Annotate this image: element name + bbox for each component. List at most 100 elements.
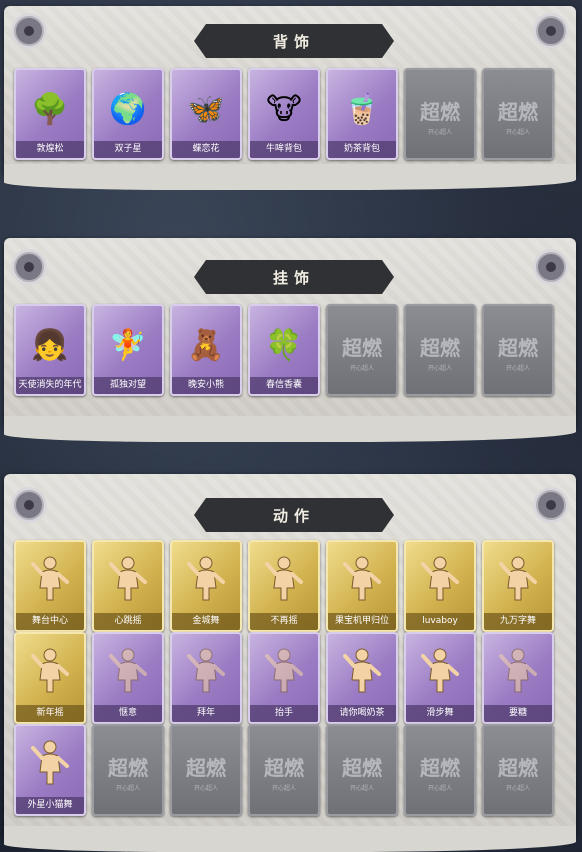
- dance-pose-icon: [107, 646, 149, 694]
- dance-pose-icon: [497, 646, 539, 694]
- emote-slot[interactable]: 不再摇: [248, 540, 320, 632]
- panel-scroll-edge: [4, 416, 576, 442]
- empty-slot[interactable]: 超燃 开心超人: [248, 724, 320, 816]
- empty-slot[interactable]: 超燃 开心超人: [482, 724, 554, 816]
- emote-slot[interactable]: 要糖: [482, 632, 554, 724]
- item-slot[interactable]: 🌳 敦煌松: [14, 68, 86, 160]
- watermark-sub: 开心超人: [349, 785, 374, 792]
- emote-slot[interactable]: 新年摇: [14, 632, 86, 724]
- watermark-sub: 开心超人: [193, 785, 218, 792]
- bear-charm-icon: 🧸: [187, 328, 225, 363]
- watermark-logo: 超燃 开心超人: [406, 332, 474, 372]
- empty-slot[interactable]: 超燃 开心超人: [482, 68, 554, 160]
- watermark-main: 超燃: [498, 336, 538, 360]
- section-title: 背饰: [272, 32, 315, 51]
- watermark-main: 超燃: [108, 756, 148, 780]
- watermark-sub: 开心超人: [115, 785, 140, 792]
- dance-pose-icon: [29, 738, 71, 786]
- ornament-left-icon: [14, 16, 44, 46]
- emote-slot[interactable]: 请你喝奶茶: [326, 632, 398, 724]
- empty-slot[interactable]: 超燃 开心超人: [482, 304, 554, 396]
- item-slot[interactable]: 🦋 蝶恋花: [170, 68, 242, 160]
- item-label: 敦煌松: [16, 141, 84, 158]
- emote-slot[interactable]: 舞台中心: [14, 540, 86, 632]
- dance-pose-icon: [29, 646, 71, 694]
- panel-scroll-edge: [4, 826, 576, 852]
- empty-slot[interactable]: 超燃 开心超人: [404, 68, 476, 160]
- watermark-sub: 开心超人: [427, 785, 452, 792]
- watermark-logo: 超燃 开心超人: [250, 752, 318, 792]
- item-slot[interactable]: 🌍 双子星: [92, 68, 164, 160]
- watermark-logo: 超燃 开心超人: [406, 96, 474, 136]
- empty-slot[interactable]: 超燃 开心超人: [92, 724, 164, 816]
- emote-slot[interactable]: luvaboy: [404, 540, 476, 632]
- angel-girl-icon: 👧: [31, 328, 69, 363]
- watermark-main: 超燃: [342, 336, 382, 360]
- dance-pose-icon: [341, 554, 383, 602]
- emote-slot[interactable]: 果宝机甲归位: [326, 540, 398, 632]
- dance-pose-icon: [185, 554, 227, 602]
- emote-slot[interactable]: 抬手: [248, 632, 320, 724]
- watermark-main: 超燃: [186, 756, 226, 780]
- emote-slot[interactable]: 拜年: [170, 632, 242, 724]
- emote-slot[interactable]: 惬意: [92, 632, 164, 724]
- watermark-main: 超燃: [342, 756, 382, 780]
- item-label: 春信香囊: [250, 377, 318, 394]
- item-label: 拜年: [172, 705, 240, 722]
- emote-slot[interactable]: 滑步舞: [404, 632, 476, 724]
- backpack-accessory-panel: 背饰 🌳 敦煌松 🌍 双子星 🦋 蝶恋花 🐮 牛哞背包 🧋 奶茶背包 超燃 开心超人 超燃 开心超人: [4, 6, 576, 190]
- item-label: 要糖: [484, 705, 552, 722]
- watermark-main: 超燃: [498, 756, 538, 780]
- item-label: 晚安小熊: [172, 377, 240, 394]
- planet-prince-icon: 🌍: [109, 92, 147, 127]
- watermark-main: 超燃: [420, 756, 460, 780]
- empty-slot[interactable]: 超燃 开心超人: [170, 724, 242, 816]
- item-slot[interactable]: 🧋 奶茶背包: [326, 68, 398, 160]
- emote-slot[interactable]: 外星小猫舞: [14, 724, 86, 816]
- empty-slot[interactable]: 超燃 开心超人: [326, 304, 398, 396]
- section-title: 挂饰: [272, 268, 315, 287]
- emote-panel: 动作 舞台中心 心跳摇 金城舞 不再摇 果宝机甲归位 luvaboy 九万字舞新年摇 惬意 拜年…: [4, 474, 576, 852]
- watermark-main: 超燃: [498, 100, 538, 124]
- item-label: 心跳摇: [94, 613, 162, 630]
- section-title: 动作: [272, 506, 315, 525]
- watermark-sub: 开心超人: [349, 365, 374, 372]
- bonsai-icon: 🌳: [31, 92, 69, 127]
- emote-slot[interactable]: 金城舞: [170, 540, 242, 632]
- dance-pose-icon: [263, 646, 305, 694]
- dance-pose-icon: [185, 646, 227, 694]
- emote-slot[interactable]: 九万字舞: [482, 540, 554, 632]
- item-label: 果宝机甲归位: [328, 613, 396, 630]
- watermark-sub: 开心超人: [505, 365, 530, 372]
- watermark-logo: 超燃 开心超人: [484, 96, 552, 136]
- ornament-left-icon: [14, 252, 44, 282]
- item-label: 蝶恋花: [172, 141, 240, 158]
- item-label: 孤独对望: [94, 377, 162, 394]
- empty-slot[interactable]: 超燃 开心超人: [404, 724, 476, 816]
- item-label: 抬手: [250, 705, 318, 722]
- watermark-logo: 超燃 开心超人: [328, 752, 396, 792]
- watermark-sub: 开心超人: [505, 785, 530, 792]
- item-slot[interactable]: 🧚 孤独对望: [92, 304, 164, 396]
- empty-slot[interactable]: 超燃 开心超人: [326, 724, 398, 816]
- item-label: 外星小猫舞: [16, 797, 84, 814]
- cow-backpack-icon: 🐮: [266, 92, 302, 127]
- ornament-right-icon: [536, 490, 566, 520]
- emote-slot[interactable]: 心跳摇: [92, 540, 164, 632]
- dance-pose-icon: [341, 646, 383, 694]
- item-slot[interactable]: 🐮 牛哞背包: [248, 68, 320, 160]
- dance-pose-icon: [419, 554, 461, 602]
- watermark-sub: 开心超人: [271, 785, 296, 792]
- item-label: 奶茶背包: [328, 141, 396, 158]
- dance-pose-icon: [497, 554, 539, 602]
- item-slot[interactable]: 👧 天使消失的年代: [14, 304, 86, 396]
- item-slot[interactable]: 🍀 春信香囊: [248, 304, 320, 396]
- dance-pose-icon: [107, 554, 149, 602]
- watermark-logo: 超燃 开心超人: [406, 752, 474, 792]
- empty-slot[interactable]: 超燃 开心超人: [404, 304, 476, 396]
- watermark-sub: 开心超人: [505, 129, 530, 136]
- panel-scroll-edge: [4, 164, 576, 190]
- watermark-logo: 超燃 开心超人: [328, 332, 396, 372]
- item-slot[interactable]: 🧸 晚安小熊: [170, 304, 242, 396]
- item-label: 惬意: [94, 705, 162, 722]
